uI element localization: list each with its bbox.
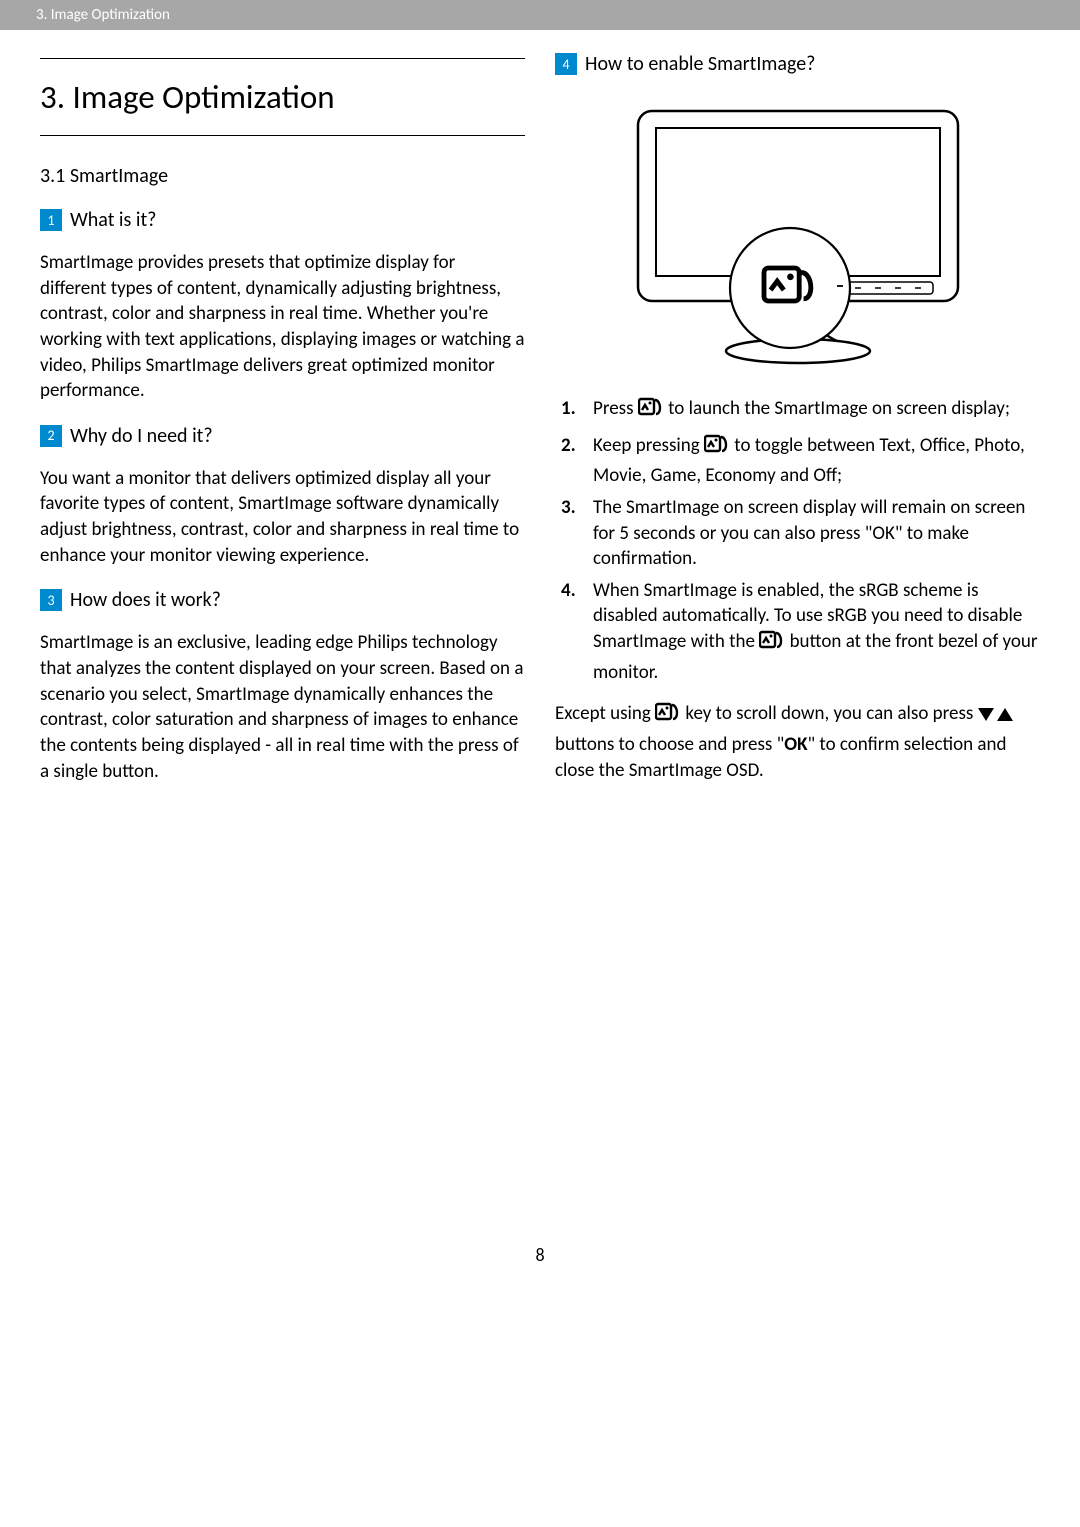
note-text-c: buttons to choose and press " [555,733,784,756]
steps-list: Press to launch the SmartImage on screen… [555,396,1040,685]
question-number-box: 4 [555,53,577,75]
smartimage-icon [704,434,730,464]
step-text: The SmartImage on screen display will re… [593,496,1025,570]
question-2: 2 Why do I need it? [40,424,525,448]
step-4: When SmartImage is enabled, the sRGB sch… [555,578,1040,686]
smartimage-icon [759,630,785,660]
note-paragraph: Except using key to scroll down, you can… [555,701,1040,783]
question-text: What is it? [70,208,156,232]
step-text-a: Keep pressing [593,434,704,457]
answer-3: SmartImage is an exclusive, leading edge… [40,630,525,784]
question-4: 4 How to enable SmartImage? [555,52,1040,76]
breadcrumb-text: 3. Image Optimization [36,6,170,24]
question-text: How does it work? [70,588,221,612]
page-body: 3. Image Optimization 3.1 SmartImage 1 W… [0,30,1080,814]
answer-2: You want a monitor that delivers optimiz… [40,466,525,569]
question-3: 3 How does it work? [40,588,525,612]
question-text: Why do I need it? [70,424,213,448]
triangle-up-icon [997,708,1013,721]
question-number-box: 2 [40,425,62,447]
ok-label: OK [784,733,807,756]
monitor-illustration [555,96,1040,376]
triangle-down-icon [978,708,994,721]
step-text-b: to launch the SmartImage on screen displ… [664,397,1010,420]
smartimage-icon [655,702,681,732]
section-title: 3.1 SmartImage [40,164,525,188]
answer-1: SmartImage provides presets that optimiz… [40,250,525,404]
note-text-b: key to scroll down, you can also press [681,702,978,725]
chapter-title: 3. Image Optimization [40,77,525,117]
rule-top [40,58,525,59]
page-header-breadcrumb: 3. Image Optimization [0,0,1080,30]
question-text: How to enable SmartImage? [585,52,815,76]
step-2: Keep pressing to toggle between Text, Of… [555,433,1040,489]
step-1: Press to launch the SmartImage on screen… [555,396,1040,427]
right-column: 4 How to enable SmartImage? [555,40,1040,794]
note-text-a: Except using [555,702,655,725]
rule-bottom [40,135,525,136]
step-3: The SmartImage on screen display will re… [555,495,1040,572]
question-1: 1 What is it? [40,208,525,232]
step-text-a: Press [593,397,638,420]
page-number: 8 [0,1244,1080,1266]
monitor-svg [618,96,978,376]
question-number-box: 1 [40,209,62,231]
question-number-box: 3 [40,589,62,611]
smartimage-icon [638,397,664,427]
left-column: 3. Image Optimization 3.1 SmartImage 1 W… [40,40,525,794]
